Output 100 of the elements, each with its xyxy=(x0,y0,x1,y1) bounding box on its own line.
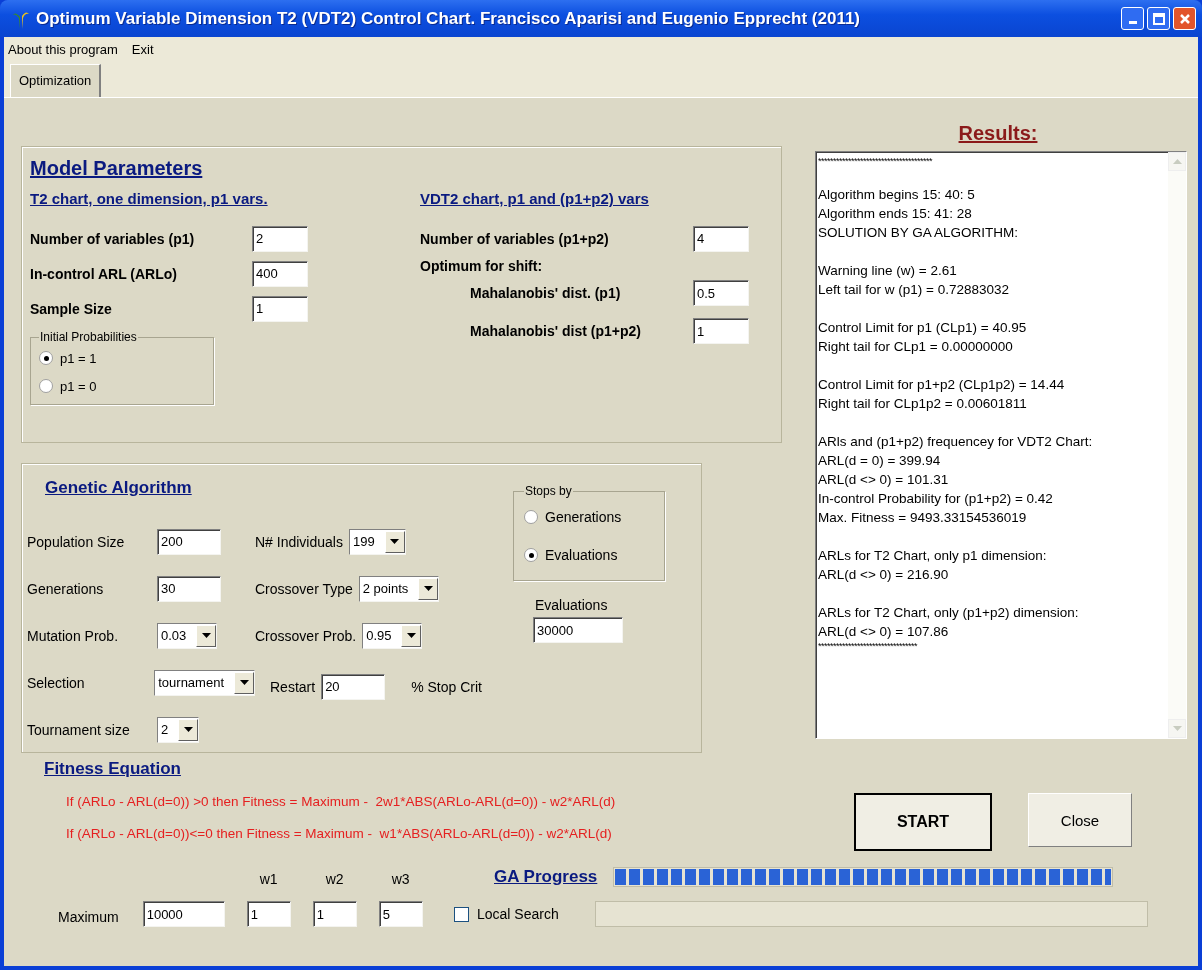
checkbox-label: Local Search xyxy=(477,906,560,922)
input-field[interactable]: 1 xyxy=(312,901,357,927)
result-line: ARL(d <> 0) = 216.90 xyxy=(818,566,950,584)
section-title: Genetic Algorithm xyxy=(45,478,192,498)
field-label: w1 xyxy=(259,871,278,887)
maximize-button[interactable] xyxy=(1147,7,1170,30)
radio-button[interactable] xyxy=(39,351,53,365)
radio-button[interactable] xyxy=(524,510,538,524)
field-label: Crossover Prob. xyxy=(255,627,357,644)
menu-item[interactable]: About this program xyxy=(8,41,118,57)
result-line: Max. Fitness = 9493.33154536019 xyxy=(818,509,1028,527)
radio-button[interactable] xyxy=(39,379,53,393)
caret-icon xyxy=(201,633,211,638)
caret-icon xyxy=(423,586,433,591)
radio-option[interactable]: p1 = 0 xyxy=(39,372,205,400)
result-line: ARLs for T2 Chart, only p1 dimension: xyxy=(818,547,1048,565)
dropdown[interactable]: 2 xyxy=(157,716,200,743)
field-label: Mahalanobis' dist (p1+p2) xyxy=(470,323,642,339)
field-label: Generations xyxy=(27,580,105,597)
tab[interactable]: Optimization xyxy=(10,64,102,97)
menu-item[interactable]: Exit xyxy=(131,41,154,57)
input-field[interactable]: 1 xyxy=(252,295,308,322)
input-field[interactable]: 1 xyxy=(246,901,291,927)
group-title: Stops by xyxy=(524,484,573,498)
radio-option[interactable]: Evaluations xyxy=(524,536,654,574)
maximize-icon xyxy=(1152,12,1165,25)
scrollbar[interactable] xyxy=(1168,152,1186,738)
field-label: In-control ARL (ARLo) xyxy=(30,265,178,282)
field-label: Number of variables (p1+p2) xyxy=(420,230,610,247)
dropdown[interactable]: 199 xyxy=(348,528,406,555)
section-subtitle: VDT2 chart, p1 and (p1+p2) vars xyxy=(420,190,649,207)
section-title: Model Parameters xyxy=(30,157,203,180)
result-line: Control Limit for p1 (CLp1) = 40.95 xyxy=(818,319,1028,337)
results-title: Results: xyxy=(958,122,1038,145)
minimize-button[interactable] xyxy=(1121,7,1144,30)
field-label: Evaluations xyxy=(535,597,608,613)
minimize-icon xyxy=(1128,21,1137,24)
field-label: Selection xyxy=(27,674,86,691)
input-field[interactable]: 1 xyxy=(693,318,749,344)
section-title: Fitness Equation xyxy=(44,759,181,779)
result-line: ARLs for T2 Chart, only (p1+p2) dimension: xyxy=(818,604,1080,622)
caret-icon xyxy=(183,727,193,732)
equation-text: If (ARLo - ARL(d=0))<=0 then Fitness = Maximum - w1*ABS(ARLo-ARL(d=0)) - w2*ARL(d) xyxy=(66,825,613,843)
input-field[interactable]: 30 xyxy=(157,575,221,602)
caret-icon xyxy=(406,633,416,638)
dropdown[interactable]: 2 points xyxy=(358,575,440,602)
input-field[interactable]: 0.5 xyxy=(693,280,749,306)
scroll-down-icon xyxy=(1172,726,1182,731)
input-field[interactable]: 4 xyxy=(693,225,749,252)
result-line: Warning line (w) = 2.61 xyxy=(818,262,958,280)
separator-text: ************************************** xyxy=(818,156,934,166)
dropdown[interactable]: tournament xyxy=(154,669,255,696)
input-field[interactable]: 400 xyxy=(252,260,308,287)
field-label: Maximum xyxy=(58,909,119,927)
result-line: ARls and (p1+p2) frequencey for VDT2 Chart: xyxy=(818,433,1094,451)
field-label: N# Individuals xyxy=(255,533,343,550)
close-button[interactable] xyxy=(1173,7,1196,30)
field-label: Crossover Type xyxy=(255,580,353,597)
input-field[interactable]: 2 xyxy=(252,225,308,252)
result-line: Left tail for w (p1) = 0.72883032 xyxy=(818,281,1010,299)
dropdown[interactable]: 0.03 xyxy=(157,622,218,649)
result-line: SOLUTION BY GA ALGORITHM: xyxy=(818,224,1020,242)
local-search-checkbox[interactable] xyxy=(454,906,469,922)
result-line: Algorithm ends 15: 41: 28 xyxy=(818,205,973,223)
field-label: Mutation Prob. xyxy=(27,627,120,644)
field-label: % Stop Crit xyxy=(411,678,482,695)
radio-option[interactable]: p1 = 1 xyxy=(39,344,205,372)
result-line: ARL(d = 0) = 399.94 xyxy=(818,452,942,470)
dropdown[interactable]: 0.95 xyxy=(362,622,423,649)
field-label: Sample Size xyxy=(30,300,113,317)
field-label: Optimum for shift: xyxy=(420,258,544,274)
field-label: Population Size xyxy=(27,533,126,550)
start-button[interactable]: START xyxy=(854,793,992,851)
result-line: ARL(d <> 0) = 101.31 xyxy=(818,471,950,489)
caret-icon xyxy=(390,539,400,544)
field-label: w3 xyxy=(391,871,410,887)
equation-text: If (ARLo - ARL(d=0)) >0 then Fitness = Maximum - 2w1*ABS(ARLo-ARL(d=0)) - w2*ARL(d) xyxy=(66,793,616,811)
separator-text: ********************************* xyxy=(818,641,919,651)
field-label: Tournament size xyxy=(27,721,131,738)
radio-option[interactable]: Generations xyxy=(524,498,654,536)
radio-button[interactable] xyxy=(524,548,538,562)
window-title: Optimum Variable Dimension T2 (VDT2) Control Chart. Francisco Aparisi and Eugenio Epprecht (2011) xyxy=(36,8,862,29)
field-label: Number of variables (p1) xyxy=(30,230,196,247)
group-title: Initial Probabilities xyxy=(39,330,138,344)
input-field[interactable]: 200 xyxy=(157,528,221,555)
section-subtitle: T2 chart, one dimension, p1 vars. xyxy=(30,190,268,207)
field-label: w2 xyxy=(325,871,344,887)
results-text-area[interactable] xyxy=(815,151,1187,739)
caret-icon xyxy=(239,680,249,685)
input-field[interactable]: 10000 xyxy=(142,901,225,927)
close-button[interactable]: Close xyxy=(1028,793,1132,847)
result-line: Algorithm begins 15: 40: 5 xyxy=(818,186,976,204)
input-field[interactable]: 20 xyxy=(321,673,386,700)
result-line: Control Limit for p1+p2 (CLp1p2) = 14.44 xyxy=(818,376,1066,394)
field-label: Mahalanobis' dist. (p1) xyxy=(470,285,622,301)
result-line: Right tail for CLp1p2 = 0.00601811 xyxy=(818,395,1028,413)
input-field[interactable]: 30000 xyxy=(533,617,623,643)
result-line: Right tail for CLp1 = 0.00000000 xyxy=(818,338,1014,356)
result-line: In-control Probability for (p1+p2) = 0.42 xyxy=(818,490,1054,508)
input-field[interactable]: 5 xyxy=(378,901,423,927)
